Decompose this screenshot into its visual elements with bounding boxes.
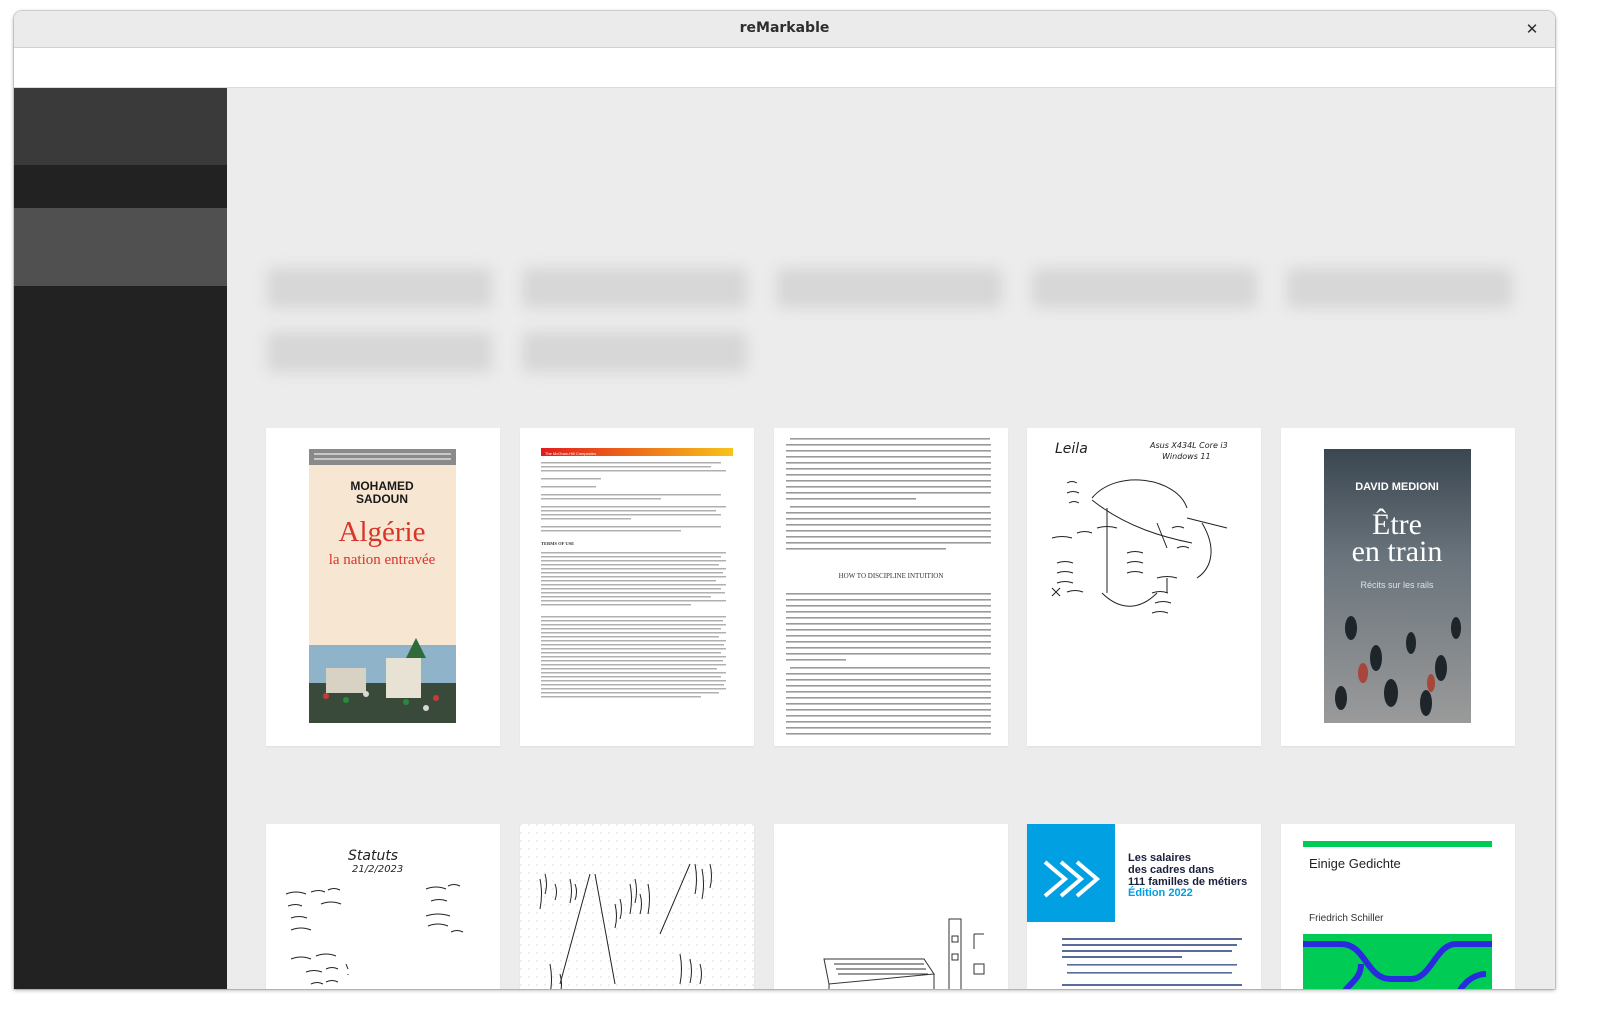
notebook-sketch-objects [823,918,985,989]
notebook-sketch-statuts: Statuts 21/2/2023 [285,848,464,985]
note-date: 21/2/2023 [352,864,403,875]
publisher-bar: The McGraw-Hill Companies [545,451,596,456]
cover-edition: Édition 2022 [1128,886,1193,899]
pdf-cover-apec-salaires: Les salaires des cadres dans 111 famille… [1027,824,1247,986]
document-thumbnail[interactable]: Les salaires des cadres dans 111 famille… [1027,824,1261,989]
book-cover-etre-en-train: DAVID MEDIONI Être en train Récits sur l… [1324,449,1471,723]
document-thumbnail[interactable] [774,824,1008,989]
document-thumbnail[interactable]: The McGraw-Hill Companies TERMS OF USE [520,428,754,746]
cover-title-line2: des cadres dans [1128,864,1214,876]
cover-title-line1: Les salaires [1128,852,1191,864]
note-title: Leila [1055,441,1088,457]
book-cover-algerie: MOHAMED SADOUN Algérie la nation entravé… [309,449,456,723]
document-thumbnail[interactable]: Statuts 21/2/2023 [266,824,500,989]
terms-heading: TERMS OF USE [541,541,574,546]
notebook-sketch-dotgrid [520,824,754,989]
document-thumbnail[interactable]: HOW TO DISCIPLINE INTUITION [774,428,1008,746]
cover-author: DAVID MEDIONI [1355,481,1439,493]
blurred-folder-row [257,256,1529,396]
document-thumbnail[interactable]: DAVID MEDIONI Être en train Récits sur l… [1281,428,1515,746]
note-os: Windows 11 [1162,452,1211,461]
document-grid: MOHAMED SADOUN Algérie la nation entravé… [227,88,1555,989]
cover-subtitle: Récits sur les rails [1360,580,1434,590]
document-thumbnail[interactable]: Leila Asus X434L Core i3 Windows 11 [1027,428,1261,746]
notebook-sketch-leila: Leila Asus X434L Core i3 Windows 11 [1051,441,1228,614]
document-thumbnail[interactable]: MOHAMED SADOUN Algérie la nation entravé… [266,428,500,746]
app-window: reMarkable ✕ MOHAMED SADOUN Algérie la n… [14,11,1555,989]
window-title: reMarkable [739,20,830,36]
close-icon[interactable]: ✕ [1521,18,1543,40]
cover-title: Algérie [339,516,426,548]
note-device: Asus X434L Core i3 [1149,441,1228,450]
pdf-page-mcgraw-hill: The McGraw-Hill Companies TERMS OF USE [541,448,733,698]
sidebar [14,88,227,989]
pdf-cover-schiller: Einige Gedichte Friedrich Schiller [1303,841,1492,989]
cover-title-line2: en train [1352,535,1443,568]
title-bar: reMarkable ✕ [14,11,1555,48]
document-thumbnail[interactable]: Einige Gedichte Friedrich Schiller [1281,824,1515,989]
pdf-page-intuition: HOW TO DISCIPLINE INTUITION [786,438,991,735]
cover-subtitle: la nation entravée [329,552,436,568]
cover-author: Friedrich Schiller [1309,913,1384,924]
sidebar-item-selected[interactable] [14,208,227,286]
cover-author-first: MOHAMED [350,479,414,493]
note-title: Statuts [348,848,398,864]
toolbar [14,48,1555,88]
sidebar-header [14,88,227,165]
cover-author-last: SADOUN [356,492,408,506]
cover-title: Einige Gedichte [1309,856,1401,871]
document-thumbnail[interactable] [520,824,754,989]
chapter-heading: HOW TO DISCIPLINE INTUITION [839,572,944,580]
